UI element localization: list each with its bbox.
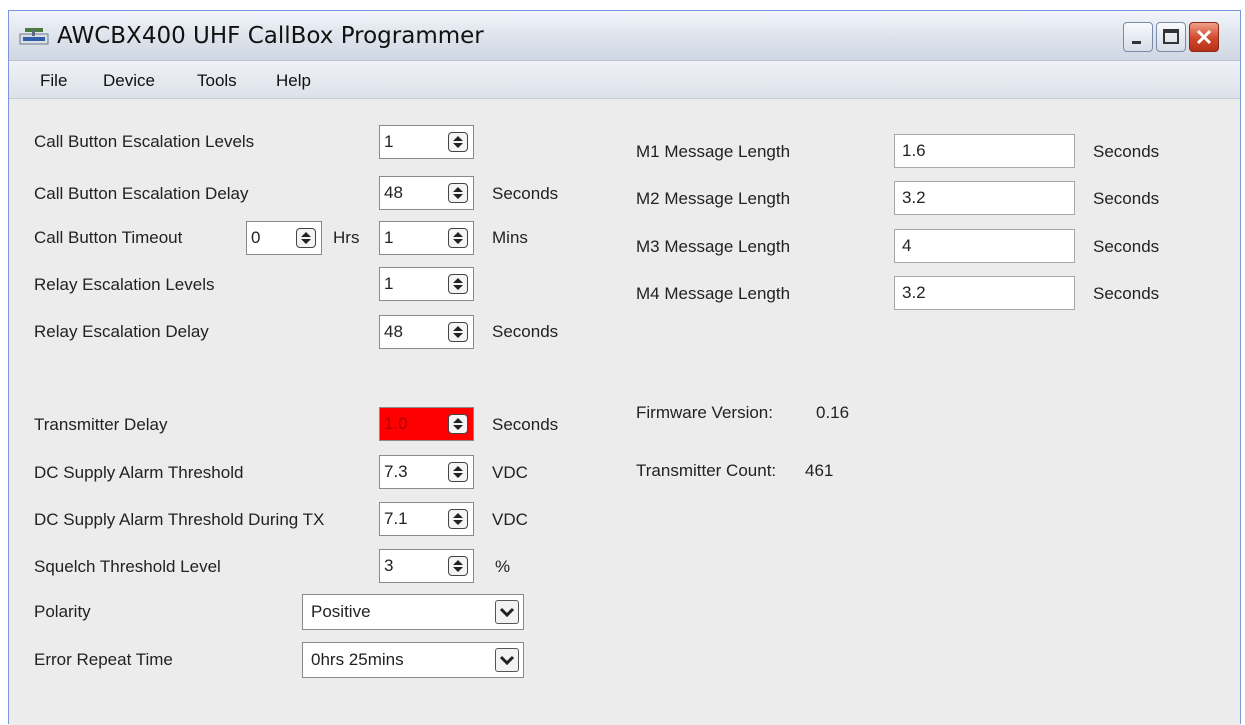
spinner-value: 48	[384, 183, 403, 202]
minimize-button[interactable]	[1123, 22, 1153, 52]
spinner-arrows-icon[interactable]	[448, 183, 468, 203]
dc-supply-alarm-threshold-tx-label: DC Supply Alarm Threshold During TX	[34, 510, 325, 529]
squelch-threshold-level-spinner[interactable]: 3	[379, 549, 474, 583]
relay-escalation-delay-label: Relay Escalation Delay	[34, 322, 209, 341]
spinner-arrows-icon[interactable]	[448, 462, 468, 482]
polarity-label: Polarity	[34, 602, 91, 621]
spinner-arrows-icon[interactable]	[448, 414, 468, 434]
spinner-value: 0	[251, 228, 261, 247]
m3-unit: Seconds	[1093, 237, 1160, 256]
dc-threshold-unit: VDC	[492, 463, 528, 482]
dropdown-value: 0hrs 25mins	[311, 650, 404, 669]
app-window: AWCBX400 UHF CallBox Programmer File Dev…	[8, 10, 1241, 725]
firmware-version-value: 0.16	[816, 403, 850, 422]
menu-bar: File Device Tools Help	[9, 61, 1240, 99]
spinner-value: 1	[384, 274, 394, 293]
timeout-hrs-unit: Hrs	[333, 228, 360, 247]
transmitter-delay-label: Transmitter Delay	[34, 415, 168, 434]
m1-message-length-input[interactable]: 1.6	[894, 134, 1075, 168]
squelch-threshold-level-label: Squelch Threshold Level	[34, 557, 221, 576]
dropdown-value: Positive	[311, 602, 371, 621]
input-value: 1.6	[902, 141, 926, 160]
menu-device[interactable]: Device	[103, 71, 155, 91]
dc-supply-alarm-threshold-label: DC Supply Alarm Threshold	[34, 463, 244, 482]
transmitter-delay-unit: Seconds	[492, 415, 559, 434]
transmitter-delay-spinner[interactable]: 1.0	[379, 407, 474, 441]
relay-delay-unit: Seconds	[492, 322, 559, 341]
m1-unit: Seconds	[1093, 142, 1160, 161]
m1-message-length-label: M1 Message Length	[636, 142, 791, 161]
spinner-value: 1	[384, 132, 394, 151]
relay-escalation-levels-label: Relay Escalation Levels	[34, 275, 215, 294]
spinner-arrows-icon[interactable]	[448, 228, 468, 248]
squelch-unit: %	[495, 557, 511, 576]
maximize-button[interactable]	[1156, 22, 1186, 52]
m4-message-length-input[interactable]: 3.2	[894, 276, 1075, 310]
spinner-arrows-icon[interactable]	[448, 274, 468, 294]
settings-panel: Call Button Escalation Levels 1 Call But…	[9, 99, 1240, 725]
transmitter-count-label: Transmitter Count:	[636, 461, 777, 480]
spinner-arrows-icon[interactable]	[296, 228, 316, 248]
spinner-arrows-icon[interactable]	[448, 322, 468, 342]
close-icon	[1196, 29, 1212, 45]
menu-tools[interactable]: Tools	[197, 71, 237, 91]
dc-supply-alarm-threshold-spinner[interactable]: 7.3	[379, 455, 474, 489]
m2-message-length-label: M2 Message Length	[636, 189, 791, 208]
call-button-escalation-levels-spinner[interactable]: 1	[379, 125, 474, 159]
escalation-delay-unit: Seconds	[492, 184, 559, 203]
spinner-value: 48	[384, 322, 403, 341]
window-title: AWCBX400 UHF CallBox Programmer	[57, 23, 484, 49]
spinner-value: 1	[384, 228, 394, 247]
input-value: 3.2	[902, 283, 926, 302]
call-button-timeout-hrs-spinner[interactable]: 0	[246, 221, 322, 255]
close-button[interactable]	[1189, 22, 1219, 52]
chevron-down-icon[interactable]	[495, 648, 519, 672]
spinner-arrows-icon[interactable]	[448, 132, 468, 152]
spinner-value: 1.0	[384, 414, 408, 433]
firmware-version-label: Firmware Version:	[636, 403, 773, 422]
polarity-dropdown[interactable]: Positive	[302, 594, 524, 630]
transmitter-count-value: 461	[805, 461, 834, 480]
m4-message-length-label: M4 Message Length	[636, 284, 791, 303]
relay-escalation-levels-spinner[interactable]: 1	[379, 267, 474, 301]
spinner-value: 7.3	[384, 462, 408, 481]
maximize-icon	[1163, 29, 1179, 44]
relay-escalation-delay-spinner[interactable]: 48	[379, 315, 474, 349]
spinner-value: 7.1	[384, 509, 408, 528]
spinner-arrows-icon[interactable]	[448, 556, 468, 576]
error-repeat-time-label: Error Repeat Time	[34, 650, 173, 669]
dc-threshold-tx-unit: VDC	[492, 510, 528, 529]
callbox-app-icon	[19, 28, 49, 45]
m4-unit: Seconds	[1093, 284, 1160, 303]
call-button-escalation-delay-label: Call Button Escalation Delay	[34, 184, 249, 203]
input-value: 3.2	[902, 188, 926, 207]
call-button-timeout-label: Call Button Timeout	[34, 228, 183, 247]
spinner-value: 3	[384, 556, 394, 575]
input-value: 4	[902, 236, 912, 255]
menu-help[interactable]: Help	[276, 71, 311, 91]
call-button-timeout-mins-spinner[interactable]: 1	[379, 221, 474, 255]
spinner-arrows-icon[interactable]	[448, 509, 468, 529]
error-repeat-time-dropdown[interactable]: 0hrs 25mins	[302, 642, 524, 678]
menu-file[interactable]: File	[40, 71, 67, 91]
call-button-escalation-delay-spinner[interactable]: 48	[379, 176, 474, 210]
m3-message-length-input[interactable]: 4	[894, 229, 1075, 263]
m3-message-length-label: M3 Message Length	[636, 237, 791, 256]
chevron-down-icon[interactable]	[495, 600, 519, 624]
m2-unit: Seconds	[1093, 189, 1160, 208]
call-button-escalation-levels-label: Call Button Escalation Levels	[34, 132, 255, 151]
minimize-icon	[1132, 41, 1141, 44]
m2-message-length-input[interactable]: 3.2	[894, 181, 1075, 215]
title-bar[interactable]: AWCBX400 UHF CallBox Programmer	[9, 11, 1240, 61]
dc-supply-alarm-threshold-tx-spinner[interactable]: 7.1	[379, 502, 474, 536]
timeout-mins-unit: Mins	[492, 228, 528, 247]
